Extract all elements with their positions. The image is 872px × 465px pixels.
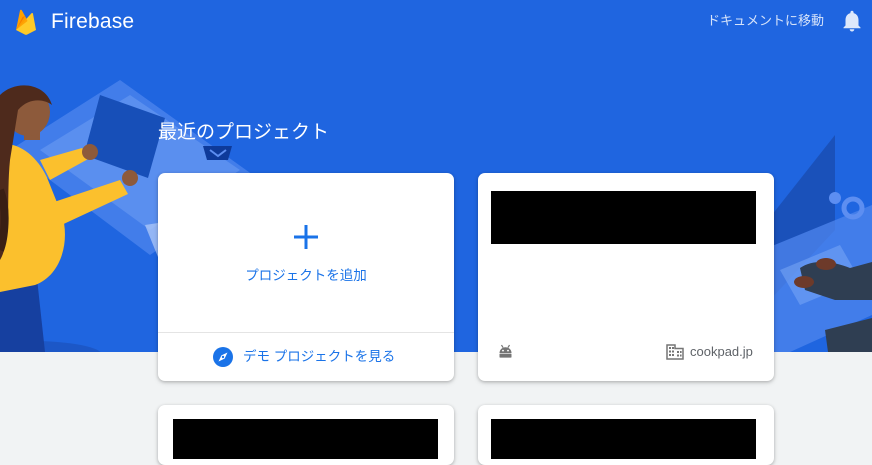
project-card[interactable]: cookpad.jp [478,173,774,381]
project-card[interactable] [158,405,454,465]
add-project-card: プロジェクトを追加 デモ プロジェクトを見る [158,173,454,381]
org-name: cookpad.jp [690,344,753,359]
plus-icon [294,225,318,249]
demo-project-label: デモ プロジェクトを見る [243,349,396,364]
redacted-project-name [491,419,756,459]
firebase-flame-icon[interactable] [14,9,38,35]
top-app-bar: Firebase ドキュメントに移動 [0,0,872,44]
redacted-project-name [491,191,756,244]
compass-icon [213,347,233,367]
add-project-label: プロジェクトを追加 [245,268,367,283]
redacted-project-name [173,419,438,459]
docs-link[interactable]: ドキュメントに移動 [707,12,824,30]
brand-name[interactable]: Firebase [51,9,134,35]
android-icon [499,344,512,358]
bell-icon[interactable] [842,10,862,32]
add-project-button[interactable]: プロジェクトを追加 [158,173,454,332]
demo-project-link[interactable]: デモ プロジェクトを見る [158,333,454,381]
section-title: 最近のプロジェクト [158,122,330,143]
project-card[interactable] [478,405,774,465]
building-icon [666,344,684,360]
